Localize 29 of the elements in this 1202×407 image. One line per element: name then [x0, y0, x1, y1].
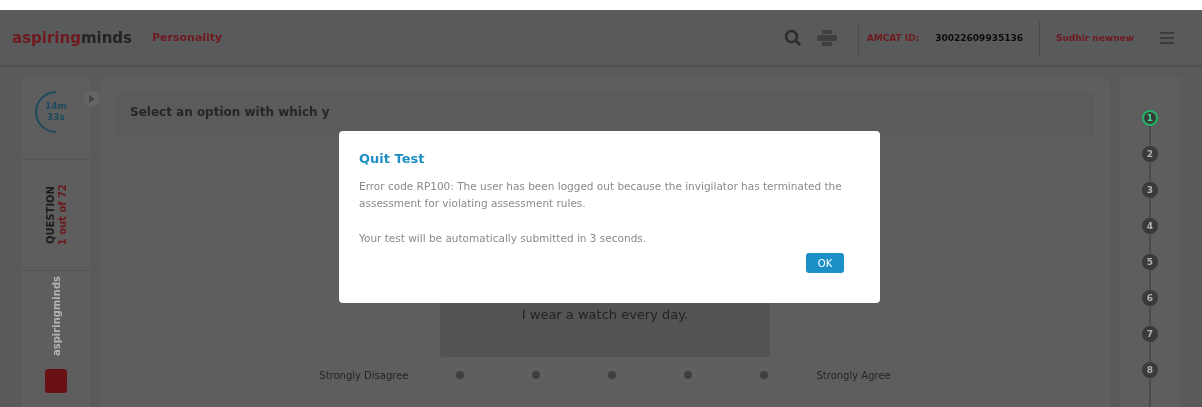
id-label: AMCAT ID:	[866, 32, 920, 43]
step-marker[interactable]: 3	[1142, 182, 1158, 198]
step-marker[interactable]: 1	[1142, 110, 1158, 126]
radio-option[interactable]	[528, 367, 545, 383]
sidebar-button[interactable]	[45, 369, 67, 393]
step-marker[interactable]: 8	[1142, 362, 1158, 378]
sidebar-logo: aspiringminds	[50, 276, 62, 356]
dialog-message: Error code RP100: The user has been logged out because the invigilator has terminated the assessment for violating assessment rules.	[359, 179, 843, 211]
question-count: 1 out of 72	[56, 184, 68, 246]
step-marker[interactable]: 7	[1142, 326, 1158, 342]
dialog-message: Your test will be automatically submitted in 3 seconds.	[359, 231, 648, 246]
question-label: QUESTION	[44, 185, 56, 245]
timer-minutes: 14m	[45, 101, 67, 112]
radio-option[interactable]	[452, 367, 469, 383]
radio-option[interactable]	[756, 367, 773, 383]
step-marker[interactable]: 5	[1142, 254, 1158, 270]
timer-seconds: 33s	[47, 112, 65, 123]
step-marker[interactable]: 6	[1142, 290, 1158, 306]
step-marker[interactable]: 4	[1142, 218, 1158, 234]
section-title: Personality	[152, 31, 223, 44]
scale-left-label: Strongly Disagree	[319, 369, 409, 381]
radio-option[interactable]	[680, 367, 697, 383]
step-marker[interactable]: 2	[1142, 146, 1158, 162]
logo: aspiringminds	[12, 28, 132, 47]
dialog-title: Quit Test	[359, 151, 426, 166]
scale-right-label: Strongly Agree	[816, 369, 891, 381]
id-value: 30022609935136	[935, 32, 1023, 43]
radio-option[interactable]	[604, 367, 621, 383]
ok-button[interactable]: OK	[806, 253, 844, 273]
